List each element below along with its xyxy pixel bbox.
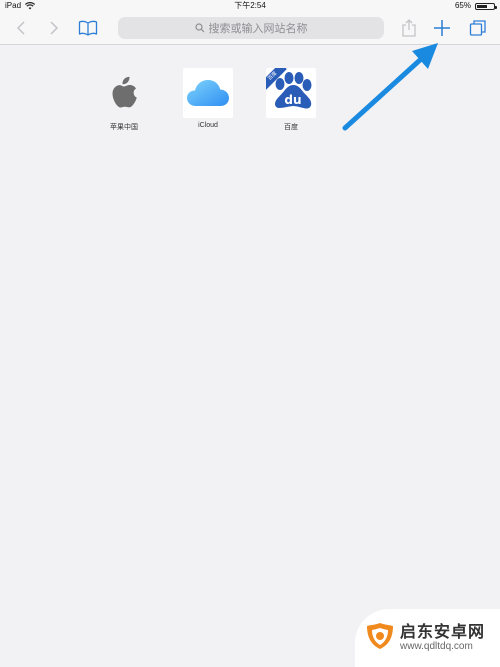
annotation-arrow — [342, 43, 438, 131]
search-placeholder: 搜索或输入网站名称 — [208, 23, 308, 35]
status-time: 下午2:54 — [234, 1, 266, 10]
battery-percent: 65% — [454, 1, 471, 10]
chevron-left-icon — [16, 21, 25, 35]
tabs-overview-button[interactable] — [466, 16, 490, 40]
favorite-label: 苹果中国 — [110, 124, 138, 131]
share-button[interactable] — [397, 16, 421, 40]
watermark-title: 启东安卓网 — [400, 624, 486, 641]
favorite-label: 百度 — [284, 124, 298, 131]
baidu-tile: du 百度 — [266, 68, 316, 118]
icloud-icon — [187, 80, 229, 106]
plus-icon — [434, 20, 450, 36]
new-tab-button[interactable] — [430, 16, 454, 40]
watermark: 启东安卓网 www.qdltdq.com — [355, 609, 500, 667]
browser-toolbar: 搜索或输入网站名称 — [0, 12, 500, 45]
share-icon — [402, 19, 416, 37]
apple-logo-icon — [112, 76, 137, 108]
battery-fill — [477, 5, 487, 8]
watermark-url: www.qdltdq.com — [400, 641, 473, 652]
address-bar[interactable]: 搜索或输入网站名称 — [118, 17, 384, 39]
svg-text:du: du — [284, 93, 301, 107]
favorite-icloud[interactable]: iCloud — [183, 68, 233, 129]
status-bar: iPad 下午2:54 65% — [0, 0, 500, 12]
search-icon — [194, 23, 204, 33]
shield-logo-icon — [367, 623, 393, 649]
favorite-label: iCloud — [198, 122, 218, 129]
tabs-icon — [469, 20, 486, 36]
back-button[interactable] — [9, 16, 33, 40]
forward-button[interactable] — [42, 16, 66, 40]
book-icon — [78, 20, 98, 36]
apple-tile — [99, 68, 149, 118]
battery-icon — [475, 3, 497, 10]
icloud-tile — [183, 68, 233, 118]
favorite-baidu[interactable]: du 百度 百度 — [266, 68, 316, 132]
favorite-apple[interactable]: 苹果中国 — [99, 68, 149, 132]
bookmarks-button[interactable] — [76, 16, 100, 40]
chevron-right-icon — [50, 21, 59, 35]
